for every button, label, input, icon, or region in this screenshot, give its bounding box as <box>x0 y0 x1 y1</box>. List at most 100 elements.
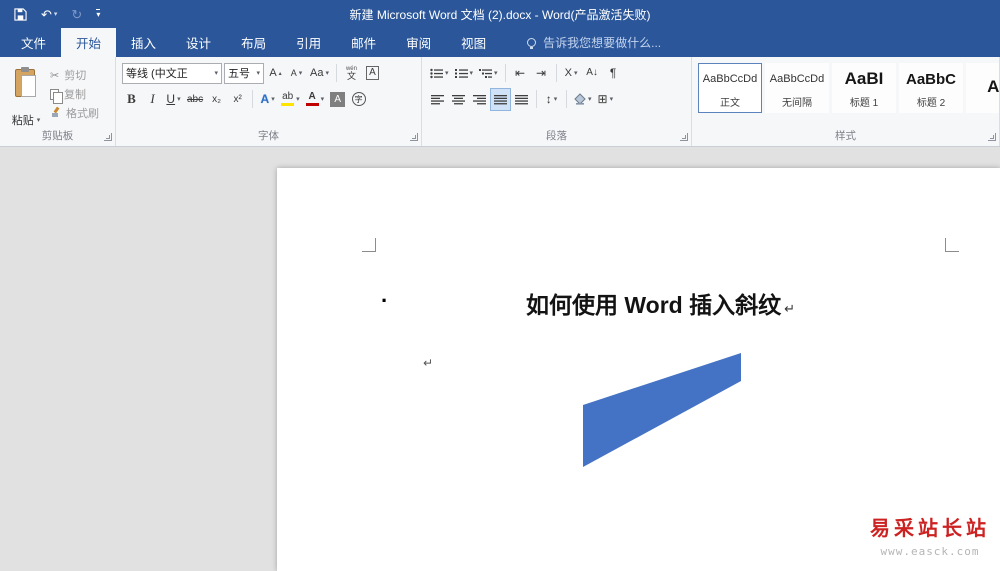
show-hide-marks-button[interactable]: ¶ <box>604 63 623 84</box>
document-page[interactable]: · 如何使用 Word 插入斜纹 ↵ ↵ 易采站长站 www.easck.com <box>277 168 1000 571</box>
strikethrough-button[interactable]: abc <box>185 89 205 110</box>
strikethrough-icon: abc <box>187 93 204 105</box>
shrink-font-icon: A <box>290 68 297 78</box>
chevron-down-icon: ▾ <box>469 70 474 77</box>
copy-icon <box>50 88 63 104</box>
grow-font-button[interactable]: A ▴ <box>266 63 285 84</box>
chevron-down-icon: ▾ <box>445 70 449 77</box>
tab-design[interactable]: 设计 <box>171 28 226 57</box>
tab-file[interactable]: 文件 <box>6 28 61 57</box>
tab-home[interactable]: 开始 <box>61 28 117 57</box>
phonetic-guide-icon: wén 文 <box>345 65 357 81</box>
font-name-value: 等线 (中文正 <box>126 68 188 80</box>
style-no-spacing[interactable]: AaBbCcDd 无间隔 <box>765 63 829 113</box>
borders-button[interactable]: ⊞ ▾ <box>596 89 616 110</box>
enclose-characters-button[interactable]: 字 <box>349 89 368 110</box>
lightbulb-icon <box>527 38 537 49</box>
text-effects-button[interactable]: A ▾ <box>258 89 277 110</box>
tab-mailings[interactable]: 邮件 <box>336 28 391 57</box>
tab-review[interactable]: 审阅 <box>391 28 446 57</box>
font-group: 等线 (中文正 ▾ 五号 ▾ A ▴ A ▾ Aa ▾ wén 文 A B I … <box>116 57 422 146</box>
underline-button[interactable]: U ▾ <box>164 89 183 110</box>
styles-dialog-launcher[interactable] <box>988 133 996 141</box>
copy-button[interactable]: 复制 <box>50 85 86 104</box>
style-name: 标题 1 <box>849 98 879 109</box>
redo-button[interactable]: ↻ <box>71 8 82 21</box>
tell-me-text: 告诉我您想要做什么... <box>543 36 662 50</box>
multilevel-list-button[interactable]: ▾ <box>477 63 500 84</box>
font-color-button[interactable]: A ▾ <box>304 89 327 110</box>
tab-view[interactable]: 视图 <box>446 28 501 57</box>
align-center-button[interactable] <box>449 89 468 110</box>
style-gallery: AaBbCcDd 正文 AaBbCcDd 无间隔 AaBI 标题 1 AaBbC… <box>698 63 999 113</box>
style-partial[interactable]: Aa <box>966 63 999 113</box>
redo-icon: ↻ <box>71 6 83 22</box>
justify-button[interactable] <box>490 87 511 111</box>
document-heading[interactable]: 如何使用 Word 插入斜纹 ↵ <box>362 288 959 326</box>
asian-layout-button[interactable]: X ▾ <box>562 63 581 84</box>
chevron-down-icon: ▾ <box>296 96 300 103</box>
change-case-icon: Aa <box>310 67 324 79</box>
save-button[interactable] <box>14 7 27 21</box>
quick-access-toolbar: ↶ ▾ ↻ ▾ <box>0 7 101 21</box>
distribute-button[interactable] <box>512 89 531 110</box>
tab-references[interactable]: 引用 <box>281 28 336 57</box>
customize-qat-button[interactable]: ▾ <box>96 9 101 19</box>
format-painter-button[interactable]: 格式刷 <box>50 104 99 122</box>
underline-icon: U <box>166 92 176 106</box>
font-name-select[interactable]: 等线 (中文正 ▾ <box>122 62 222 84</box>
increase-indent-button[interactable]: ⇥ <box>532 63 551 84</box>
format-painter-label: 格式刷 <box>66 108 99 120</box>
chevron-down-icon: ▾ <box>573 70 578 77</box>
chevron-down-icon: ▾ <box>494 70 498 77</box>
character-shading-button[interactable]: A <box>328 89 347 110</box>
font-size-value: 五号 <box>228 68 250 80</box>
align-right-button[interactable] <box>470 89 489 110</box>
tab-insert[interactable]: 插入 <box>116 28 171 57</box>
chevron-down-icon: ▾ <box>609 96 614 103</box>
chevron-down-icon: ▾ <box>214 70 218 77</box>
font-size-select[interactable]: 五号 ▾ <box>224 62 264 84</box>
phonetic-guide-button[interactable]: wén 文 <box>342 63 361 84</box>
cut-label: 剪切 <box>64 70 87 82</box>
change-case-button[interactable]: Aa ▾ <box>308 63 331 84</box>
italic-icon: I <box>150 91 155 106</box>
cut-button[interactable]: ✂ 剪切 <box>50 66 86 84</box>
style-normal[interactable]: AaBbCcDd 正文 <box>698 63 762 113</box>
multilevel-list-icon <box>479 68 493 78</box>
undo-button[interactable]: ↶ ▾ <box>41 8 57 21</box>
italic-button[interactable]: I <box>143 89 162 110</box>
font-dialog-launcher[interactable] <box>410 133 418 141</box>
character-border-button[interactable]: A <box>363 63 382 84</box>
separator <box>555 64 557 82</box>
clipboard-dialog-launcher[interactable] <box>104 133 112 141</box>
undo-icon: ↶ <box>41 6 52 22</box>
style-heading-2[interactable]: AaBbC 标题 2 <box>899 63 963 113</box>
distribute-icon <box>515 94 528 104</box>
sort-button[interactable]: A↓ <box>583 63 602 84</box>
numbering-button[interactable]: ▾ <box>453 63 476 84</box>
bold-button[interactable]: B <box>122 89 141 110</box>
separator <box>252 90 254 108</box>
asian-layout-icon: X <box>564 66 572 79</box>
tell-me-box[interactable]: 告诉我您想要做什么... <box>527 28 661 57</box>
text-highlight-button[interactable]: ab ▾ <box>279 89 302 110</box>
style-preview: AaBbC <box>905 70 956 88</box>
shrink-font-button[interactable]: A ▾ <box>287 63 306 84</box>
bullets-button[interactable]: ▾ <box>428 63 451 84</box>
tab-layout[interactable]: 布局 <box>226 28 281 57</box>
paragraph-dialog-launcher[interactable] <box>680 133 688 141</box>
diagonal-stripe-shape[interactable] <box>583 353 741 467</box>
paste-button[interactable]: 粘贴 ▾ <box>4 62 48 132</box>
chevron-down-icon: ▾ <box>36 117 41 124</box>
empty-paragraph-mark-icon: ↵ <box>423 356 434 370</box>
line-spacing-button[interactable]: ↕ ▾ <box>542 89 561 110</box>
superscript-icon: x² <box>233 93 242 105</box>
shading-button[interactable]: ▾ <box>572 89 594 110</box>
subscript-button[interactable]: x₂ <box>207 89 226 110</box>
superscript-button[interactable]: x² <box>228 89 247 110</box>
style-heading-1[interactable]: AaBI 标题 1 <box>832 63 896 113</box>
paragraph-group-label: 段落 <box>546 130 567 142</box>
decrease-indent-button[interactable]: ⇤ <box>511 63 530 84</box>
align-left-button[interactable] <box>428 89 447 110</box>
